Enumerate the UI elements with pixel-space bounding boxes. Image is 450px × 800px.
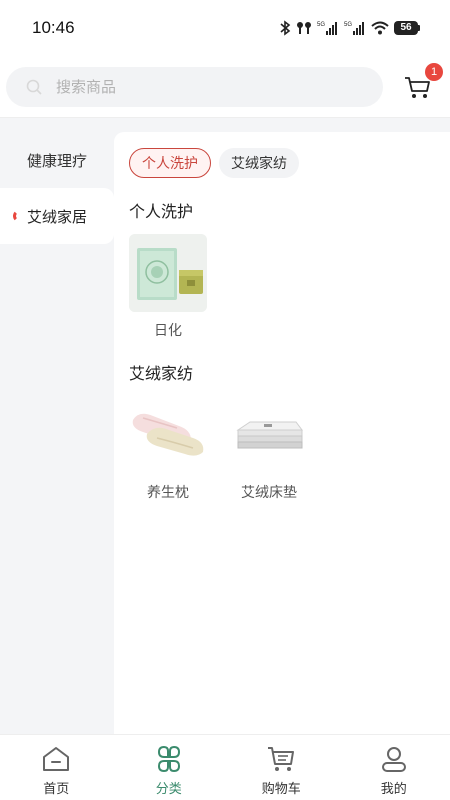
status-time: 10:46: [32, 18, 75, 37]
home-icon: [43, 747, 70, 771]
search-row: 1: [0, 56, 450, 118]
section-title: 艾绒家纺: [129, 364, 194, 383]
tab-label: 分类: [155, 782, 182, 797]
chip-moxa-textiles[interactable]: 艾绒家纺: [219, 148, 299, 178]
earbuds-icon: [297, 22, 311, 34]
wifi-icon: [371, 21, 389, 35]
content-area: 健康理疗 艾绒家居 个人洗护 艾绒家纺 个人洗护 日化 艾绒家纺 养生枕 艾绒床…: [0, 118, 450, 734]
tab-label: 首页: [43, 782, 70, 797]
soap-product-image: [129, 234, 207, 312]
signal-5g-icon: 5G: [317, 22, 337, 35]
subcategory-chips: 个人洗护 艾绒家纺: [129, 148, 450, 178]
profile-icon: [381, 747, 406, 772]
search-box[interactable]: [6, 66, 383, 107]
product-item[interactable]: 艾绒床垫: [230, 396, 308, 502]
tab-label: 购物车: [261, 782, 301, 797]
status-icons: 5G 5G 56: [279, 20, 420, 36]
tab-cart[interactable]: 购物车: [225, 735, 338, 800]
battery-icon: 56: [394, 21, 420, 35]
tab-profile[interactable]: 我的: [338, 735, 450, 800]
status-bar: 10:46 5G 5G 56: [0, 0, 450, 56]
sidebar-item-health-therapy[interactable]: 健康理疗: [0, 132, 114, 188]
sidebar-item-label: 艾绒家居: [26, 207, 87, 226]
pillow-product-image: [129, 396, 207, 474]
category-icon: [157, 745, 180, 773]
tab-home[interactable]: 首页: [0, 735, 113, 800]
chip-personal-care[interactable]: 个人洗护: [129, 148, 211, 178]
tab-label: 我的: [380, 782, 407, 797]
battery-level: 56: [394, 21, 418, 35]
signal-5g-icon-2: 5G: [344, 22, 364, 35]
bluetooth-icon: [280, 20, 291, 36]
cart-button[interactable]: 1: [403, 62, 443, 102]
search-icon: [26, 79, 42, 95]
active-indicator: [13, 210, 25, 222]
bottom-tab-bar: 首页 分类 购物车 我的: [0, 734, 450, 800]
section-title: 个人洗护: [129, 202, 194, 221]
svg-text:5G: 5G: [344, 22, 352, 28]
product-grid: 养生枕 艾绒床垫: [129, 396, 450, 502]
sidebar-item-moxa-home[interactable]: 艾绒家居: [0, 188, 114, 244]
tab-category[interactable]: 分类: [113, 735, 226, 800]
product-item[interactable]: 日化: [129, 234, 207, 340]
svg-text:5G: 5G: [317, 22, 325, 28]
cart-icon: [268, 747, 295, 771]
product-grid: 日化: [129, 234, 450, 340]
product-item[interactable]: 养生枕: [129, 396, 207, 502]
category-panel: 个人洗护 艾绒家纺 个人洗护 日化 艾绒家纺 养生枕 艾绒床垫: [114, 132, 450, 734]
category-sidebar: 健康理疗 艾绒家居: [0, 132, 114, 244]
mattress-product-image: [230, 396, 308, 474]
product-label: 日化: [154, 323, 182, 339]
product-label: 养生枕: [147, 485, 189, 501]
sidebar-item-label: 健康理疗: [26, 151, 87, 170]
cart-badge: 1: [425, 62, 443, 81]
product-label: 艾绒床垫: [241, 485, 297, 501]
search-input[interactable]: [56, 77, 336, 96]
